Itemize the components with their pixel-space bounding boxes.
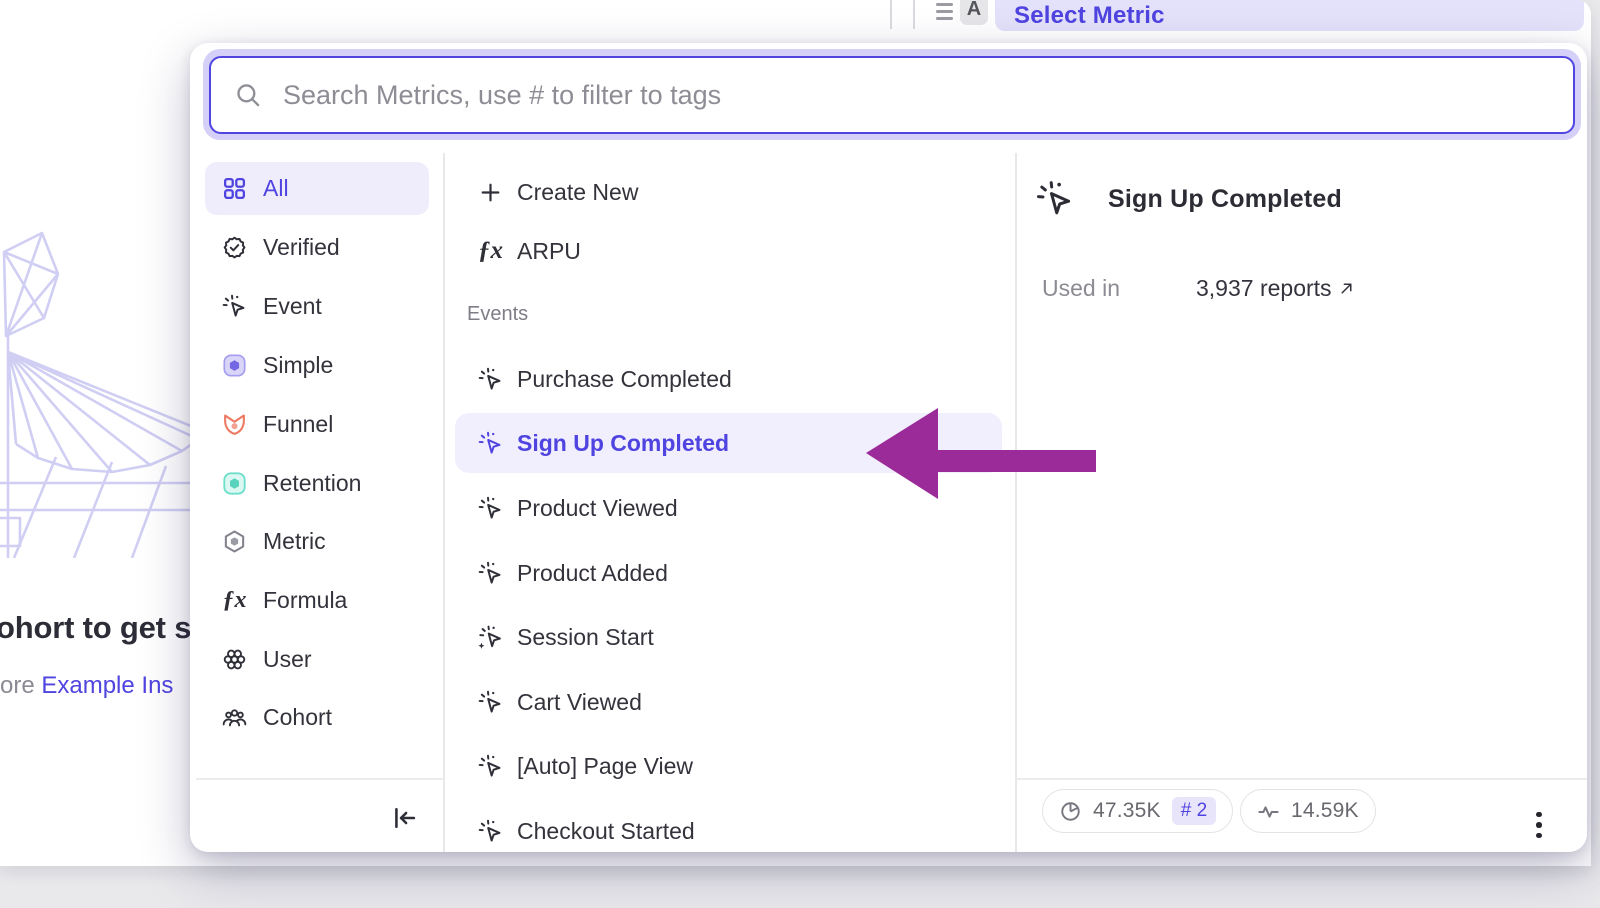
event-cursor-icon bbox=[478, 431, 503, 456]
event-cursor-icon bbox=[478, 690, 503, 715]
activity-icon bbox=[1257, 800, 1280, 823]
list-item-label: Product Added bbox=[517, 560, 668, 587]
used-in-row: Used in 3,937 reports bbox=[1042, 275, 1355, 302]
event-cursor-icon bbox=[478, 754, 503, 779]
sidebar-item-event[interactable]: Event bbox=[205, 280, 429, 333]
stat-value: 47.35K bbox=[1093, 799, 1161, 823]
detail-header: Sign Up Completed bbox=[1036, 180, 1342, 218]
search-icon bbox=[235, 82, 261, 108]
select-metric-slot[interactable]: Select Metric bbox=[995, 0, 1584, 31]
used-in-value: 3,937 reports bbox=[1196, 275, 1332, 302]
rank-chip: # 2 bbox=[1172, 797, 1216, 825]
sidebar-item-label: All bbox=[263, 175, 289, 202]
event-cursor-icon bbox=[478, 561, 503, 586]
sidebar-item-simple[interactable]: Simple bbox=[205, 339, 429, 392]
list-item-label: Product Viewed bbox=[517, 495, 678, 522]
sidebar-item-label: Simple bbox=[263, 352, 333, 379]
formula-fx-icon: ƒx bbox=[222, 588, 247, 613]
event-cursor-icon bbox=[478, 819, 503, 844]
sidebar-item-label: Formula bbox=[263, 587, 347, 614]
sidebar-item-label: User bbox=[263, 646, 312, 673]
user-cluster-icon bbox=[222, 647, 247, 672]
select-metric-label: Select Metric bbox=[1014, 2, 1165, 30]
background-link-line: ore Example Ins bbox=[0, 672, 173, 700]
sidebar-item-funnel[interactable]: Funnel bbox=[205, 398, 429, 451]
list-item-label: Session Start bbox=[517, 624, 654, 651]
list-item-product-added[interactable]: Product Added bbox=[455, 548, 1002, 598]
query-row-divider bbox=[913, 0, 915, 29]
query-row-divider bbox=[890, 0, 892, 29]
search-focus-ring bbox=[203, 49, 1581, 140]
event-cursor-icon bbox=[478, 367, 503, 392]
list-item-cart-viewed[interactable]: Cart Viewed bbox=[455, 677, 1002, 727]
search-input[interactable] bbox=[281, 79, 1573, 112]
sidebar-item-all[interactable]: All bbox=[205, 162, 429, 215]
events-section-header: Events bbox=[467, 303, 528, 326]
sidebar-item-cohort[interactable]: Cohort bbox=[205, 691, 429, 744]
list-item-label: Purchase Completed bbox=[517, 366, 732, 393]
collapse-left-icon[interactable] bbox=[390, 804, 420, 834]
create-new-button[interactable]: Create New bbox=[455, 167, 1002, 217]
sidebar-item-label: Funnel bbox=[263, 411, 333, 438]
sidebar-item-label: Event bbox=[263, 293, 322, 320]
cohort-people-icon bbox=[222, 705, 247, 730]
sidebar-item-retention[interactable]: Retention bbox=[205, 457, 429, 510]
usage-stat-badge[interactable]: 47.35K # 2 bbox=[1042, 789, 1233, 833]
detail-title: Sign Up Completed bbox=[1108, 185, 1342, 214]
session-start-cursor-icon bbox=[478, 625, 503, 650]
formula-fx-icon: ƒx bbox=[478, 239, 503, 264]
list-item-purchase-completed[interactable]: Purchase Completed bbox=[455, 354, 1002, 404]
plus-icon bbox=[478, 180, 503, 205]
detail-footer-divider bbox=[1015, 778, 1587, 780]
sidebar-item-label: Retention bbox=[263, 470, 361, 497]
sidebar-item-formula[interactable]: ƒx Formula bbox=[205, 574, 429, 627]
search-bar[interactable] bbox=[209, 56, 1575, 134]
drag-handle-icon[interactable] bbox=[936, 3, 953, 23]
example-insights-link[interactable]: Example Ins bbox=[41, 672, 173, 699]
sidebar-item-label: Metric bbox=[263, 528, 326, 555]
sidebar-item-label: Cohort bbox=[263, 704, 332, 731]
event-cursor-icon bbox=[222, 294, 247, 319]
sidebar-item-verified[interactable]: Verified bbox=[205, 221, 429, 274]
used-in-reports-link[interactable]: 3,937 reports bbox=[1196, 275, 1355, 302]
link-prefix-text: ore bbox=[0, 672, 41, 699]
kebab-menu-icon[interactable] bbox=[1530, 807, 1548, 843]
event-cursor-icon bbox=[478, 496, 503, 521]
annotation-arrow bbox=[860, 400, 1100, 504]
list-item-label: [Auto] Page View bbox=[517, 753, 693, 780]
sidebar-footer-divider bbox=[196, 778, 443, 780]
grid-icon bbox=[222, 176, 247, 201]
volume-stat-badge[interactable]: 14.59K bbox=[1240, 789, 1376, 833]
sidebar-item-metric[interactable]: Metric bbox=[205, 515, 429, 568]
background-heading-fragment: ohort to get s bbox=[0, 610, 191, 646]
list-item-label: Create New bbox=[517, 179, 638, 206]
pie-chart-icon bbox=[1059, 800, 1082, 823]
list-item-label: Checkout Started bbox=[517, 818, 695, 845]
funnel-icon bbox=[222, 412, 247, 437]
retention-icon bbox=[222, 471, 247, 496]
list-item-arpu[interactable]: ƒx ARPU bbox=[455, 226, 1002, 276]
sidebar-item-label: Verified bbox=[263, 234, 340, 261]
list-item-auto-page-view[interactable]: [Auto] Page View bbox=[455, 741, 1002, 791]
sidebar-item-user[interactable]: User bbox=[205, 633, 429, 686]
simple-board-icon bbox=[222, 353, 247, 378]
arrow-up-right-icon bbox=[1338, 280, 1355, 297]
stat-value: 14.59K bbox=[1291, 799, 1359, 823]
used-in-label: Used in bbox=[1042, 275, 1196, 302]
list-item-session-start[interactable]: Session Start bbox=[455, 612, 1002, 662]
wireframe-illustration bbox=[0, 222, 196, 558]
metric-hexagon-icon bbox=[222, 529, 247, 554]
list-item-label: Cart Viewed bbox=[517, 689, 642, 716]
event-cursor-icon bbox=[1036, 180, 1074, 218]
list-item-label: Sign Up Completed bbox=[517, 430, 729, 457]
verified-badge-icon bbox=[222, 235, 247, 260]
list-item-checkout-started[interactable]: Checkout Started bbox=[455, 806, 1002, 852]
series-letter-badge: A bbox=[960, 0, 988, 25]
sidebar-divider bbox=[443, 153, 445, 852]
list-item-label: ARPU bbox=[517, 238, 581, 265]
